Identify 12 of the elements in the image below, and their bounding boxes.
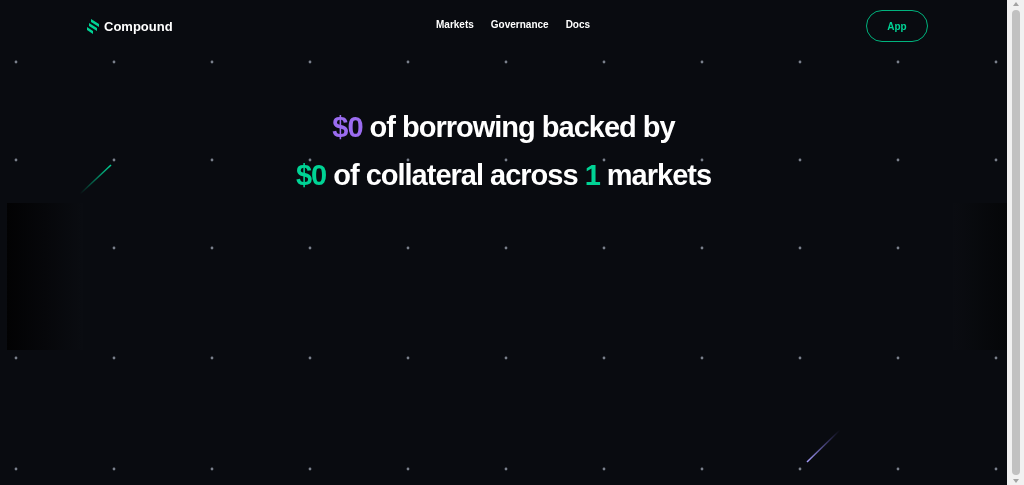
scroll-up-icon[interactable]: [1011, 0, 1020, 8]
scrollbar[interactable]: [1007, 0, 1024, 485]
brand-name: Compound: [104, 18, 173, 34]
nav-link[interactable]: Docs: [565, 19, 591, 30]
headline: $0 of borrowing backed by: [332, 110, 675, 145]
scroll-down-icon[interactable]: [1011, 477, 1020, 485]
headline: $0 of collateral across 1 markets: [295, 158, 712, 193]
streak-line: [806, 429, 841, 463]
nav-link[interactable]: Markets: [436, 19, 474, 30]
logo-icon: [86, 18, 100, 34]
streak-line: [79, 164, 112, 195]
nav-link[interactable]: Governance: [490, 19, 549, 30]
